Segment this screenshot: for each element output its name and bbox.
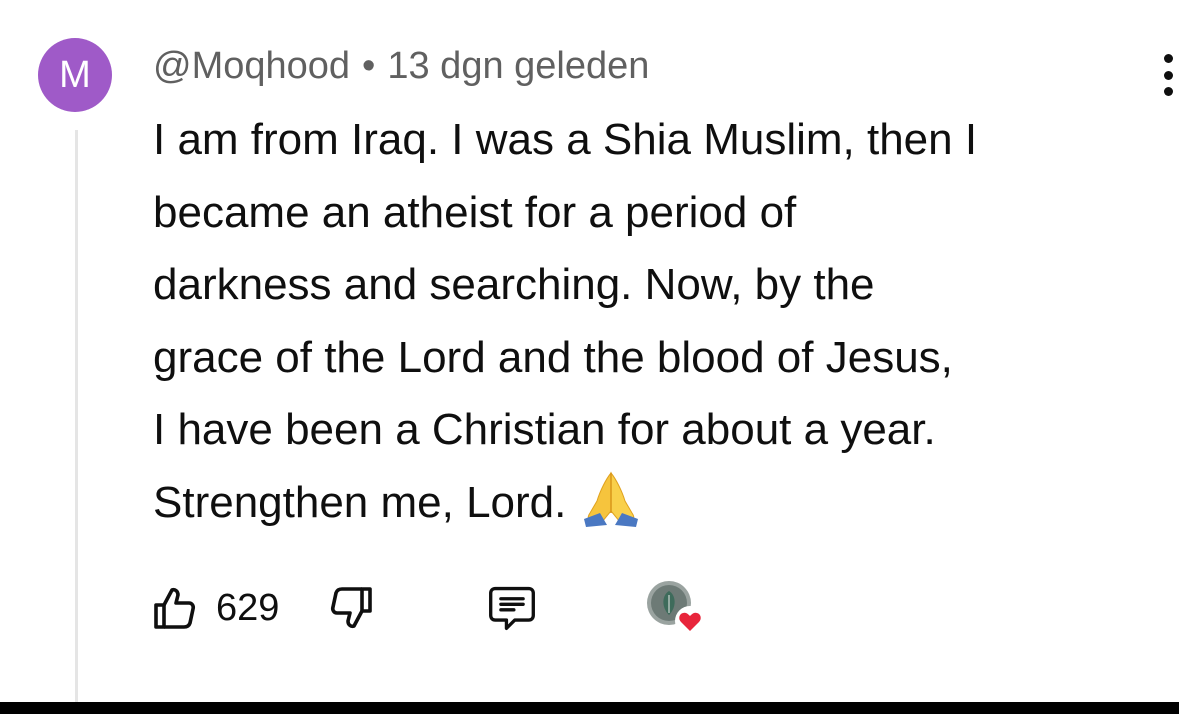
comment-line: I am from Iraq. I was a Shia Muslim, the… bbox=[153, 115, 978, 164]
thumbs-up-icon[interactable] bbox=[150, 583, 200, 633]
comment-last-line: Strengthen me, Lord. bbox=[153, 467, 1163, 540]
more-vertical-icon[interactable] bbox=[1158, 54, 1178, 96]
bottom-bar bbox=[0, 702, 1179, 714]
reply-comment-icon[interactable] bbox=[487, 583, 537, 633]
comment-line: grace of the Lord and the blood of Jesus… bbox=[153, 332, 953, 382]
thumbs-down-glyph bbox=[330, 587, 372, 629]
username[interactable]: @Moqhood bbox=[153, 45, 350, 88]
comment-line: became an atheist for a period of bbox=[153, 187, 797, 237]
comment-text: I am from Iraq. I was a Shia Muslim, the… bbox=[153, 104, 1163, 539]
meta-separator: • bbox=[362, 44, 376, 87]
avatar[interactable]: M bbox=[38, 38, 112, 112]
comment-line: I have been a Christian for about a year… bbox=[153, 405, 936, 454]
thread-line bbox=[75, 130, 78, 710]
avatar-letter: M bbox=[59, 54, 91, 96]
comment-timestamp[interactable]: 13 dgn geleden bbox=[387, 45, 649, 88]
folded-hands-emoji bbox=[584, 471, 639, 527]
reply-glyph bbox=[489, 586, 535, 631]
comment-actions: 629 bbox=[150, 581, 750, 636]
comment-line: Strengthen me, Lord. bbox=[153, 477, 567, 527]
like-count: 629 bbox=[216, 587, 280, 629]
comment-line: darkness and searching. Now, by the bbox=[153, 260, 875, 309]
thumbs-down-icon[interactable] bbox=[328, 583, 378, 633]
comment-header: @Moqhood • 13 dgn geleden bbox=[153, 44, 649, 88]
creator-heart-icon[interactable] bbox=[642, 577, 708, 639]
thumbs-up-glyph bbox=[154, 587, 196, 629]
